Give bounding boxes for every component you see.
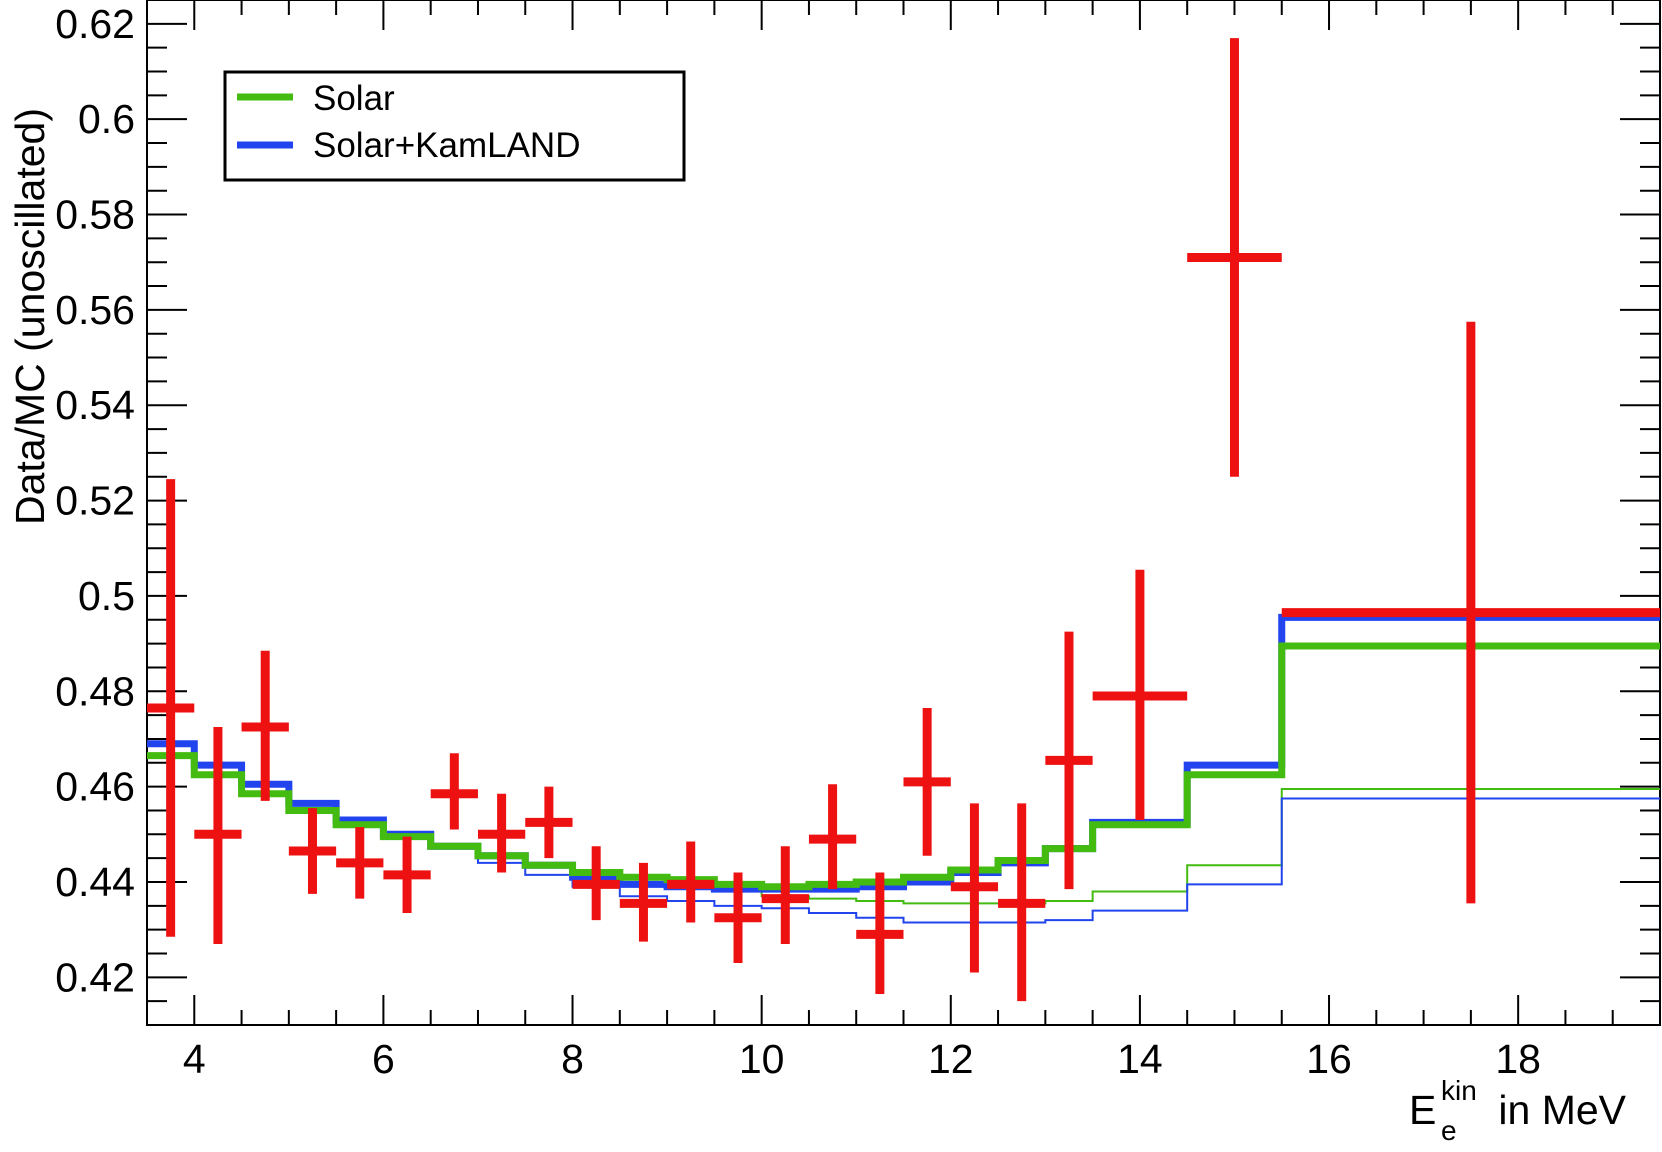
- data-point: [336, 827, 384, 899]
- data-point: [950, 803, 999, 973]
- data-point: [194, 727, 242, 944]
- data-point: [761, 846, 809, 944]
- x-tick-label: 10: [739, 1036, 785, 1082]
- y-tick-label: 0.42: [55, 954, 135, 1000]
- x-tick-label: 4: [183, 1036, 206, 1082]
- y-tick-label: 0.54: [55, 382, 135, 428]
- data-point: [383, 836, 431, 913]
- x-tick-label: 6: [372, 1036, 395, 1082]
- y-tick-label: 0.52: [55, 478, 135, 524]
- y-tick-label: 0.46: [55, 764, 135, 810]
- data-point: [856, 872, 904, 995]
- solar-kamland-thick-histogram: [147, 613, 1660, 893]
- x-axis-label-suffix: in MeV: [1487, 1087, 1627, 1133]
- chart-container: 4 6 8 10 12 14 16 18 0.42 0.44 0.46 0.48 0.5 0.52 0.54…: [0, 0, 1662, 1147]
- y-tick-label: 0.48: [55, 668, 135, 714]
- x-axis-label-subscript: e: [1441, 1115, 1457, 1146]
- data-point: [1187, 38, 1282, 477]
- data-point: [572, 846, 620, 921]
- y-tick-label: 0.62: [55, 1, 135, 47]
- solar-kamland-thin-histogram: [147, 742, 1660, 924]
- solar-thick-histogram: [147, 642, 1660, 891]
- legend-label-solar-kamland: Solar+KamLAND: [313, 126, 580, 165]
- data-point: [903, 707, 951, 856]
- data-point: [241, 650, 289, 801]
- y-tick-label: 0.58: [55, 192, 135, 238]
- data-point: [1092, 569, 1188, 820]
- y-tick-label: 0.44: [55, 859, 135, 905]
- data-point: [667, 841, 715, 923]
- data-point: [808, 784, 857, 890]
- series-layer: [147, 613, 1660, 924]
- x-tick-label: 8: [561, 1036, 584, 1082]
- data-point: [998, 803, 1046, 1002]
- y-tick-label: 0.5: [78, 573, 135, 619]
- data-point: [430, 753, 478, 830]
- y-axis-label: Data/MC (unoscillated): [7, 108, 53, 525]
- legend-label-solar: Solar: [313, 79, 395, 118]
- x-tick-label: 12: [928, 1036, 974, 1082]
- data-point: [477, 793, 526, 873]
- data-point: [1281, 321, 1660, 904]
- data-point: [288, 808, 337, 894]
- y-tick-label: 0.6: [78, 96, 135, 142]
- x-axis-label-main: E: [1409, 1087, 1436, 1133]
- data-point: [525, 786, 573, 859]
- x-axis-label-superscript: kin: [1441, 1075, 1477, 1106]
- x-tick-label: 14: [1117, 1036, 1163, 1082]
- y-tick-label: 0.56: [55, 287, 135, 333]
- x-tick-label: 16: [1306, 1036, 1352, 1082]
- legend: Solar Solar+KamLAND: [223, 70, 686, 182]
- x-tick-label: 18: [1495, 1036, 1541, 1082]
- chart-svg: 4 6 8 10 12 14 16 18 0.42 0.44 0.46 0.48 0.5 0.52 0.54…: [7, 0, 1661, 1146]
- points-layer: [147, 38, 1660, 1002]
- x-axis-label: E kin e in MeV: [1409, 1075, 1627, 1146]
